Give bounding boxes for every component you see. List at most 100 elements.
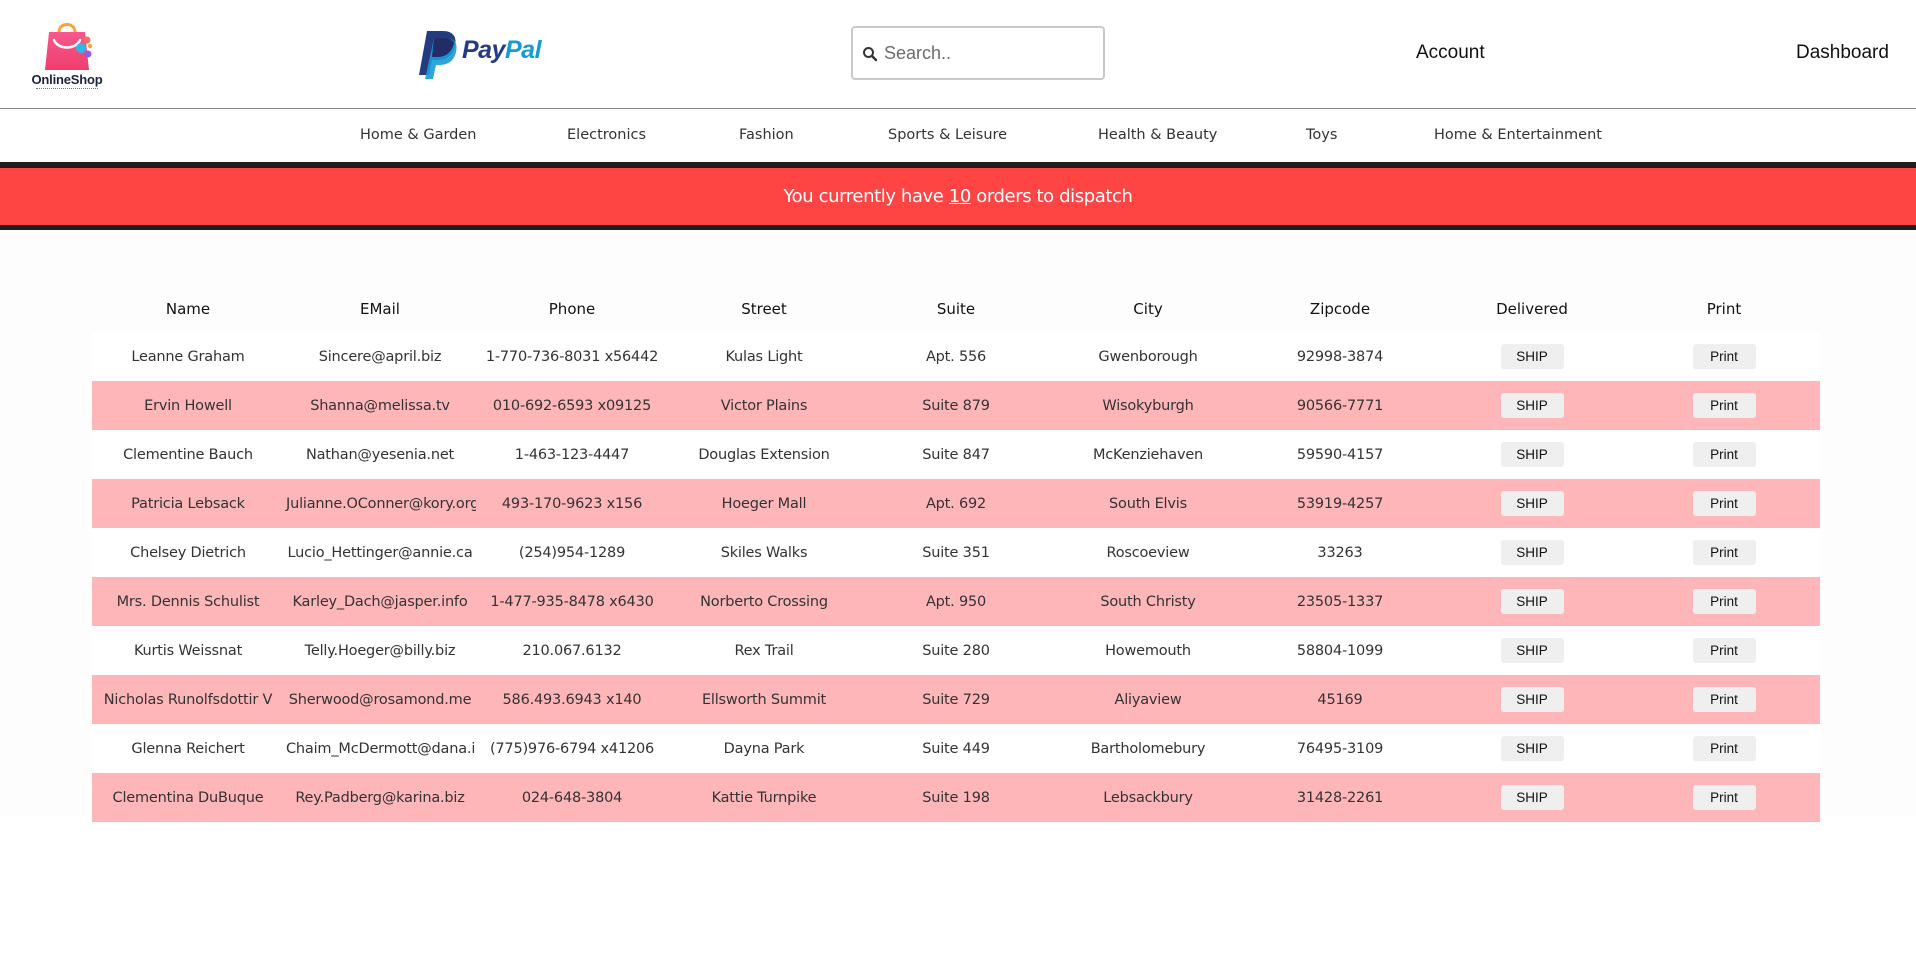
category-health-beauty[interactable]: Health & Beauty xyxy=(1098,127,1217,143)
cell-name: Ervin Howell xyxy=(92,381,284,430)
ship-button[interactable]: SHIP xyxy=(1500,491,1564,516)
print-button[interactable]: Print xyxy=(1692,393,1756,418)
cell-suite: Apt. 692 xyxy=(860,479,1052,528)
cell-city: McKenziehaven xyxy=(1052,430,1244,479)
table-row: Mrs. Dennis Schulist Karley_Dach@jasper.i… xyxy=(92,577,1820,626)
cell-suite: Apt. 556 xyxy=(860,332,1052,381)
cell-city: Lebsackbury xyxy=(1052,773,1244,822)
orders-table-body: Leanne Graham Sincere@april.biz 1-770-736-… xyxy=(92,332,1820,822)
dashboard-link[interactable]: Dashboard xyxy=(1796,42,1889,64)
cell-phone: 1-770-736-8031 x56442 xyxy=(476,332,668,381)
ship-button[interactable]: SHIP xyxy=(1500,540,1564,565)
cell-city: South Elvis xyxy=(1052,479,1244,528)
print-button[interactable]: Print xyxy=(1692,589,1756,614)
account-link[interactable]: Account xyxy=(1416,42,1485,64)
print-button[interactable]: Print xyxy=(1692,687,1756,712)
cell-phone: 024-648-3804 xyxy=(476,773,668,822)
category-sports-leisure[interactable]: Sports & Leisure xyxy=(888,127,1007,143)
cell-email: Karley_Dach@jasper.info xyxy=(284,577,476,626)
col-header-city: City xyxy=(1133,300,1163,318)
ship-button[interactable]: SHIP xyxy=(1500,687,1564,712)
cell-print: Print xyxy=(1628,724,1820,773)
cell-zipcode: 90566-7771 xyxy=(1244,381,1436,430)
cell-suite: Suite 729 xyxy=(860,675,1052,724)
cell-suite: Apt. 950 xyxy=(860,577,1052,626)
cell-suite: Suite 198 xyxy=(860,773,1052,822)
print-button[interactable]: Print xyxy=(1692,785,1756,810)
cell-email: Telly.Hoeger@billy.biz xyxy=(284,626,476,675)
print-button[interactable]: Print xyxy=(1692,638,1756,663)
print-button[interactable]: Print xyxy=(1692,442,1756,467)
table-row: Ervin Howell Shanna@melissa.tv 010-692-659… xyxy=(92,381,1820,430)
cell-name: Clementina DuBuque xyxy=(92,773,284,822)
cell-delivered: SHIP xyxy=(1436,577,1628,626)
table-row: Leanne Graham Sincere@april.biz 1-770-736-… xyxy=(92,332,1820,381)
cell-print: Print xyxy=(1628,577,1820,626)
table-row: Nicholas Runolfsdottir V Sherwood@rosamon… xyxy=(92,675,1820,724)
search-input[interactable] xyxy=(884,28,1099,78)
print-button[interactable]: Print xyxy=(1692,491,1756,516)
cell-email: Shanna@melissa.tv xyxy=(284,381,476,430)
cell-phone: (775)976-6794 x41206 xyxy=(476,724,668,773)
category-toys[interactable]: Toys xyxy=(1306,127,1337,143)
cell-email: Nathan@yesenia.net xyxy=(284,430,476,479)
col-header-phone: Phone xyxy=(548,300,596,318)
cell-suite: Suite 847 xyxy=(860,430,1052,479)
col-header-street: Street xyxy=(741,300,787,318)
cell-street: Kattie Turnpike xyxy=(668,773,860,822)
category-home-entertainment[interactable]: Home & Entertainment xyxy=(1434,127,1602,143)
ship-button[interactable]: SHIP xyxy=(1500,393,1564,418)
onlineshop-logo[interactable]: OnlineShop xyxy=(26,12,108,92)
cell-print: Print xyxy=(1628,773,1820,822)
cell-delivered: SHIP xyxy=(1436,381,1628,430)
paypal-pal-text: Pal xyxy=(504,36,542,64)
print-button[interactable]: Print xyxy=(1692,540,1756,565)
cell-street: Douglas Extension xyxy=(668,430,860,479)
cell-phone: 210.067.6132 xyxy=(476,626,668,675)
paypal-logo[interactable]: PayPal xyxy=(417,27,542,79)
cell-zipcode: 53919-4257 xyxy=(1244,479,1436,528)
cell-email: Julianne.OConner@kory.org xyxy=(284,479,476,528)
cell-delivered: SHIP xyxy=(1436,773,1628,822)
category-electronics[interactable]: Electronics xyxy=(567,127,646,143)
banner-suffix: orders to dispatch xyxy=(970,186,1133,207)
ship-button[interactable]: SHIP xyxy=(1500,785,1564,810)
table-row: Chelsey Dietrich Lucio_Hettinger@annie.ca… xyxy=(92,528,1820,577)
ship-button[interactable]: SHIP xyxy=(1500,442,1564,467)
cell-delivered: SHIP xyxy=(1436,479,1628,528)
cell-phone: 010-692-6593 x09125 xyxy=(476,381,668,430)
cell-name: Patricia Lebsack xyxy=(92,479,284,528)
cell-suite: Suite 449 xyxy=(860,724,1052,773)
ship-button[interactable]: SHIP xyxy=(1500,344,1564,369)
cell-phone: 493-170-9623 x156 xyxy=(476,479,668,528)
ship-button[interactable]: SHIP xyxy=(1500,589,1564,614)
cell-zipcode: 59590-4157 xyxy=(1244,430,1436,479)
cell-city: Wisokyburgh xyxy=(1052,381,1244,430)
col-header-delivered: Delivered xyxy=(1496,300,1568,318)
cell-zipcode: 45169 xyxy=(1244,675,1436,724)
cell-zipcode: 58804-1099 xyxy=(1244,626,1436,675)
cell-email: Lucio_Hettinger@annie.ca xyxy=(284,528,476,577)
print-button[interactable]: Print xyxy=(1692,736,1756,761)
cell-city: Aliyaview xyxy=(1052,675,1244,724)
banner-prefix: You currently have xyxy=(783,186,949,207)
cell-street: Dayna Park xyxy=(668,724,860,773)
table-header-row: Name EMail Phone Street Suite City Zipco… xyxy=(92,286,1820,332)
search-icon[interactable] xyxy=(861,45,879,63)
cell-suite: Suite 280 xyxy=(860,626,1052,675)
category-home-garden[interactable]: Home & Garden xyxy=(360,127,477,143)
cell-city: South Christy xyxy=(1052,577,1244,626)
cell-print: Print xyxy=(1628,381,1820,430)
category-fashion[interactable]: Fashion xyxy=(739,127,794,143)
cell-phone: 1-477-935-8478 x6430 xyxy=(476,577,668,626)
cell-suite: Suite 351 xyxy=(860,528,1052,577)
ship-button[interactable]: SHIP xyxy=(1500,638,1564,663)
ship-button[interactable]: SHIP xyxy=(1500,736,1564,761)
cell-phone: (254)954-1289 xyxy=(476,528,668,577)
cell-zipcode: 23505-1337 xyxy=(1244,577,1436,626)
print-button[interactable]: Print xyxy=(1692,344,1756,369)
cell-street: Victor Plains xyxy=(668,381,860,430)
table-row: Clementina DuBuque Rey.Padberg@karina.biz… xyxy=(92,773,1820,822)
cell-street: Ellsworth Summit xyxy=(668,675,860,724)
search-box[interactable] xyxy=(851,26,1105,80)
